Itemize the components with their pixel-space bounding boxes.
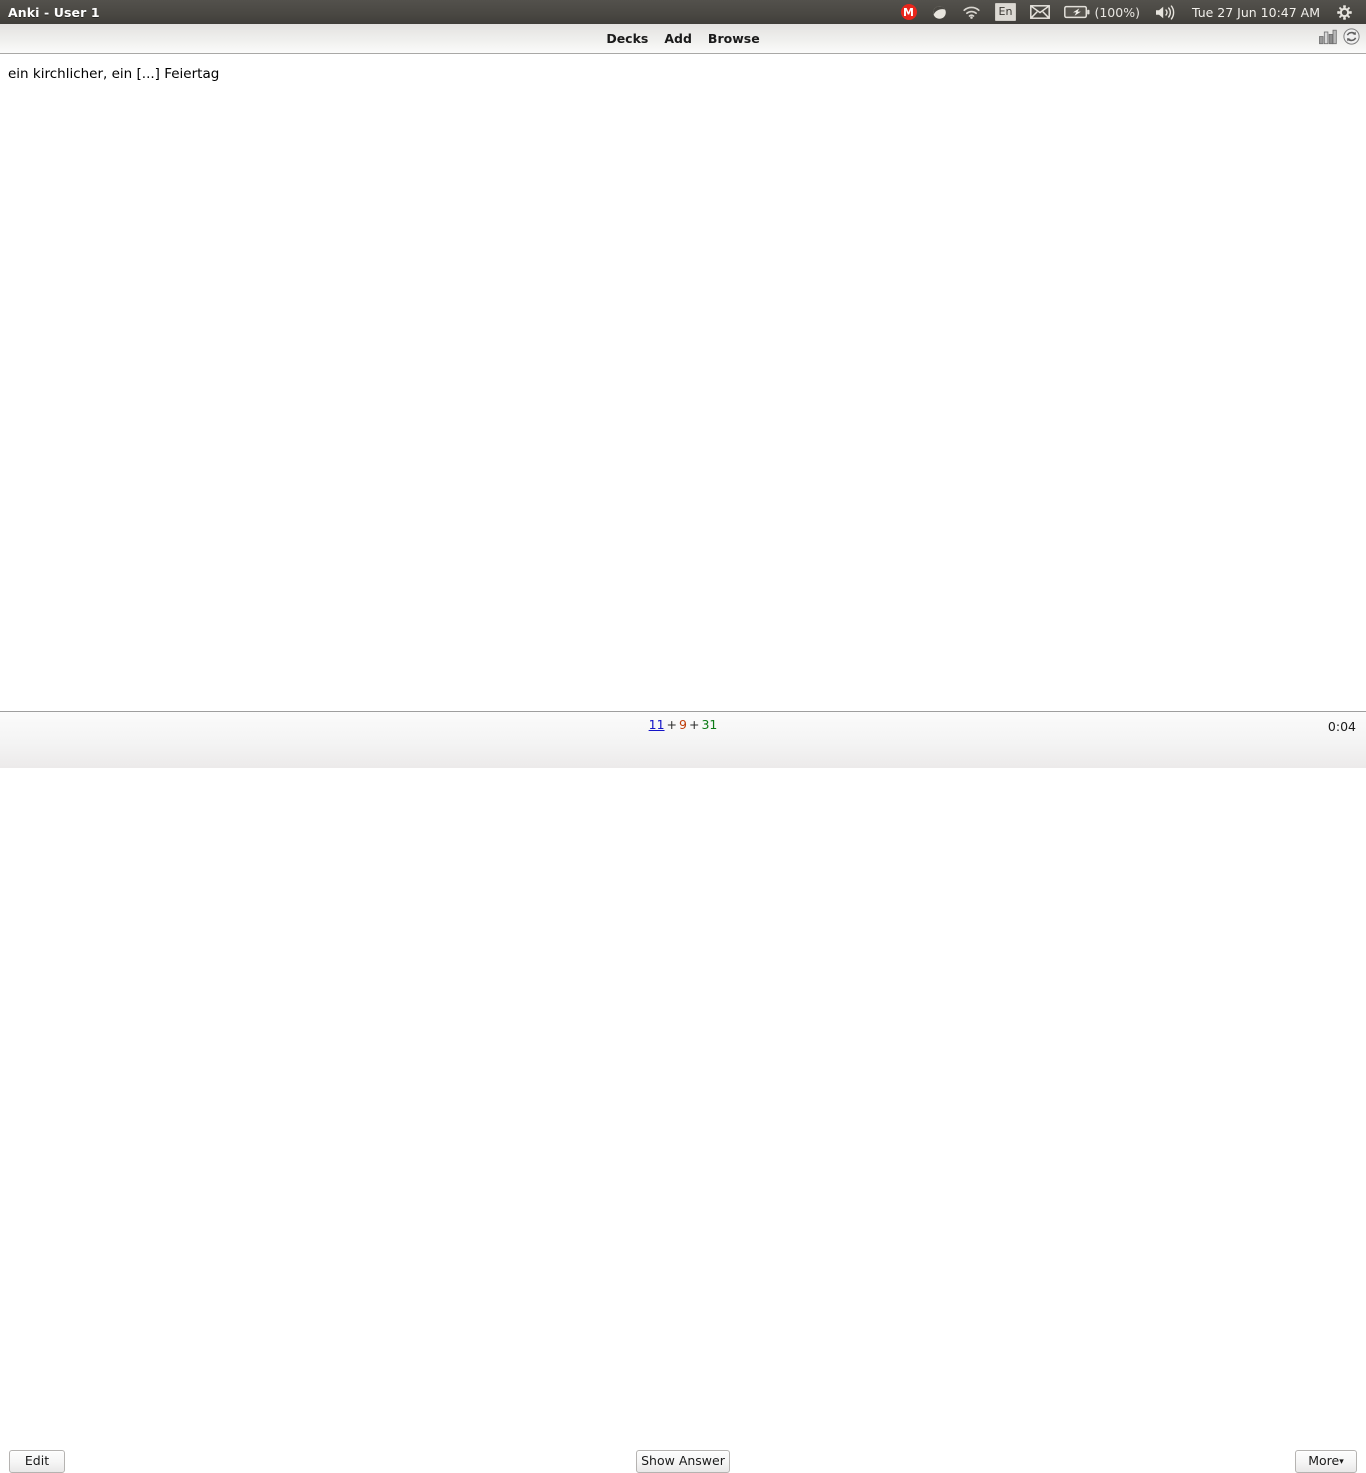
gear-icon[interactable] xyxy=(1329,0,1360,24)
keyboard-layout-label: En xyxy=(994,3,1017,21)
count-new[interactable]: 11 xyxy=(648,717,666,732)
count-learning: 9 xyxy=(679,717,687,732)
mail-badge-icon[interactable]: M xyxy=(894,0,924,24)
count-separator-2: + xyxy=(688,717,700,732)
toolbar-icon-group xyxy=(1319,24,1360,53)
review-timer: 0:04 xyxy=(1327,719,1356,734)
battery-icon[interactable] xyxy=(1057,0,1092,24)
card-counts: 11 +9 +31 xyxy=(0,717,1366,732)
wifi-icon[interactable] xyxy=(955,0,988,24)
count-separator-1: + xyxy=(666,717,678,732)
chevron-down-icon: ▾ xyxy=(1339,1457,1344,1467)
card-question-area: ein kirchlicher, ein [...] Feiertag xyxy=(0,55,1366,711)
battery-percent-text: (100%) xyxy=(1094,4,1140,20)
anki-menu: Decks Add Browse xyxy=(598,29,767,48)
review-bottom-bar: 11 +9 +31 0:04 Edit Show Answer More▾ xyxy=(0,711,1366,1473)
ubuntu-top-panel: Anki - User 1 M En (100%) Tue 27 Jun 10:… xyxy=(0,0,1366,24)
mail-badge-label: M xyxy=(900,4,917,20)
spotify-icon[interactable] xyxy=(924,0,955,24)
show-answer-button[interactable]: Show Answer xyxy=(636,1450,730,1473)
count-due: 31 xyxy=(701,717,718,732)
battery-percent-label: (100%) xyxy=(1092,0,1147,24)
menu-item-browse[interactable]: Browse xyxy=(700,29,768,48)
anki-main-toolbar: Decks Add Browse xyxy=(0,24,1366,54)
menu-item-add[interactable]: Add xyxy=(656,29,700,48)
card-question-text: ein kirchlicher, ein [...] Feiertag xyxy=(8,66,220,82)
envelope-icon[interactable] xyxy=(1023,0,1057,24)
stats-icon[interactable] xyxy=(1319,29,1337,49)
system-tray: M En (100%) Tue 27 Jun 10:47 AM xyxy=(894,0,1366,24)
menu-item-decks[interactable]: Decks xyxy=(598,29,656,48)
keyboard-layout-icon[interactable]: En xyxy=(988,0,1024,24)
more-button-label: More xyxy=(1308,1453,1340,1468)
volume-icon[interactable] xyxy=(1147,0,1183,24)
sync-icon[interactable] xyxy=(1343,28,1360,49)
more-button[interactable]: More▾ xyxy=(1295,1450,1357,1473)
panel-clock[interactable]: Tue 27 Jun 10:47 AM xyxy=(1183,0,1329,24)
window-title: Anki - User 1 xyxy=(8,4,100,20)
edit-button[interactable]: Edit xyxy=(9,1450,65,1473)
